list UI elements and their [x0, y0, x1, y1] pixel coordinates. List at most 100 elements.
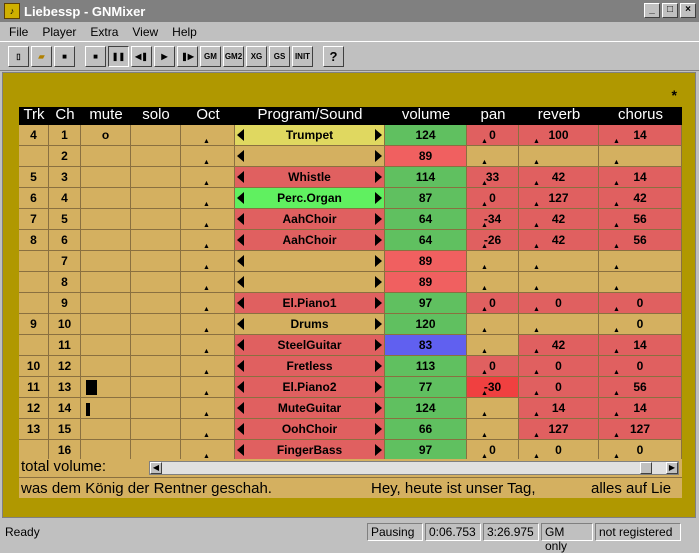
prev-program-icon[interactable] — [237, 129, 244, 141]
program-cell[interactable] — [235, 272, 385, 293]
prev-program-icon[interactable] — [237, 150, 244, 162]
solo-cell[interactable] — [131, 419, 181, 440]
xg-button[interactable]: XG — [246, 45, 267, 67]
pan-cell[interactable]: ▲ — [467, 419, 519, 440]
maximize-button[interactable]: □ — [662, 3, 678, 18]
octave-cell[interactable]: ▲ — [181, 314, 235, 335]
reverb-cell[interactable]: 14 ▲ — [519, 398, 599, 419]
octave-cell[interactable]: ▲ — [181, 167, 235, 188]
mute-cell[interactable] — [81, 419, 131, 440]
solo-cell[interactable] — [131, 314, 181, 335]
mute-cell[interactable] — [81, 188, 131, 209]
solo-cell[interactable] — [131, 356, 181, 377]
solo-cell[interactable] — [131, 398, 181, 419]
pan-cell[interactable]: -26 ▲ — [467, 230, 519, 251]
open-folder-icon[interactable]: ▰ — [31, 45, 52, 67]
chorus-cell[interactable]: 14 ▲ — [599, 335, 682, 356]
mute-cell[interactable] — [81, 272, 131, 293]
solo-cell[interactable] — [131, 230, 181, 251]
pan-cell[interactable]: 0 ▲ — [467, 125, 519, 146]
new-file-icon[interactable]: ▯ — [8, 45, 29, 67]
volume-cell[interactable]: 113 — [385, 356, 467, 377]
pause-button[interactable]: ❚❚ — [108, 45, 129, 67]
reverb-cell[interactable]: 0 ▲ — [519, 440, 599, 459]
volume-cell[interactable]: 83 — [385, 335, 467, 356]
volume-cell[interactable]: 64 — [385, 209, 467, 230]
volume-cell[interactable]: 89 — [385, 272, 467, 293]
volume-cell[interactable]: 89 — [385, 146, 467, 167]
octave-cell[interactable]: ▲ — [181, 146, 235, 167]
prev-program-icon[interactable] — [237, 360, 244, 372]
reverb-cell[interactable]: 0 ▲ — [519, 377, 599, 398]
chorus-cell[interactable]: 0 ▲ — [599, 356, 682, 377]
program-cell[interactable] — [235, 251, 385, 272]
next-program-icon[interactable] — [375, 192, 382, 204]
reverb-cell[interactable]: 42 ▲ — [519, 167, 599, 188]
menu-player[interactable]: Player — [35, 25, 83, 39]
pan-cell[interactable]: 0 ▲ — [467, 440, 519, 459]
chorus-cell[interactable]: 14 ▲ — [599, 398, 682, 419]
volume-cell[interactable]: 124 — [385, 398, 467, 419]
reverb-cell[interactable]: ▲ — [519, 272, 599, 293]
chorus-cell[interactable]: 14 ▲ — [599, 125, 682, 146]
total-volume-slider[interactable]: ◀ ▶ — [149, 461, 679, 475]
volume-cell[interactable]: 97 — [385, 440, 467, 459]
reverb-cell[interactable]: ▲ — [519, 314, 599, 335]
next-program-icon[interactable] — [375, 339, 382, 351]
next-program-icon[interactable] — [375, 318, 382, 330]
pan-cell[interactable]: ▲ — [467, 251, 519, 272]
volume-cell[interactable]: 77 — [385, 377, 467, 398]
octave-cell[interactable]: ▲ — [181, 335, 235, 356]
pan-cell[interactable]: 33 ▲ — [467, 167, 519, 188]
program-cell[interactable]: Whistle — [235, 167, 385, 188]
solo-cell[interactable] — [131, 125, 181, 146]
reverb-cell[interactable]: ▲ — [519, 251, 599, 272]
volume-cell[interactable]: 124 — [385, 125, 467, 146]
mute-cell[interactable] — [81, 314, 131, 335]
close-button[interactable]: × — [680, 3, 696, 18]
program-cell[interactable]: AahChoir — [235, 209, 385, 230]
reverb-cell[interactable]: 42 ▲ — [519, 230, 599, 251]
volume-cell[interactable]: 66 — [385, 419, 467, 440]
next-program-icon[interactable] — [375, 276, 382, 288]
scroll-right-icon[interactable]: ▶ — [666, 462, 678, 474]
mute-cell[interactable] — [81, 167, 131, 188]
prev-program-icon[interactable] — [237, 444, 244, 456]
prev-program-icon[interactable] — [237, 423, 244, 435]
pan-cell[interactable]: -30 ▲ — [467, 377, 519, 398]
reverb-cell[interactable]: 127 ▲ — [519, 419, 599, 440]
solo-cell[interactable] — [131, 188, 181, 209]
volume-cell[interactable]: 114 — [385, 167, 467, 188]
next-program-icon[interactable] — [375, 297, 382, 309]
solo-cell[interactable] — [131, 209, 181, 230]
program-cell[interactable]: Trumpet — [235, 125, 385, 146]
octave-cell[interactable]: ▲ — [181, 293, 235, 314]
next-program-icon[interactable] — [375, 213, 382, 225]
mute-cell[interactable] — [81, 251, 131, 272]
program-cell[interactable]: MuteGuitar — [235, 398, 385, 419]
program-cell[interactable] — [235, 146, 385, 167]
help-button[interactable]: ? — [323, 45, 344, 67]
gm2-button[interactable]: GM2 — [223, 45, 244, 67]
menu-help[interactable]: Help — [165, 25, 204, 39]
next-program-icon[interactable] — [375, 423, 382, 435]
program-cell[interactable]: FingerBass — [235, 440, 385, 459]
star-marker[interactable]: * — [672, 87, 677, 103]
program-cell[interactable]: SteelGuitar — [235, 335, 385, 356]
mute-cell[interactable] — [81, 146, 131, 167]
next-program-icon[interactable] — [375, 381, 382, 393]
mute-cell[interactable] — [81, 398, 131, 419]
next-program-icon[interactable] — [375, 171, 382, 183]
scroll-left-icon[interactable]: ◀ — [150, 462, 162, 474]
solo-cell[interactable] — [131, 272, 181, 293]
pan-cell[interactable]: ▲ — [467, 146, 519, 167]
mute-cell[interactable] — [81, 293, 131, 314]
next-program-icon[interactable] — [375, 402, 382, 414]
save-icon[interactable]: ■ — [54, 45, 75, 67]
solo-cell[interactable] — [131, 146, 181, 167]
pan-cell[interactable]: ▲ — [467, 314, 519, 335]
mute-cell[interactable] — [81, 335, 131, 356]
prev-program-icon[interactable] — [237, 234, 244, 246]
play-button[interactable]: ▶ — [154, 45, 175, 67]
mute-cell[interactable]: o — [81, 125, 131, 146]
